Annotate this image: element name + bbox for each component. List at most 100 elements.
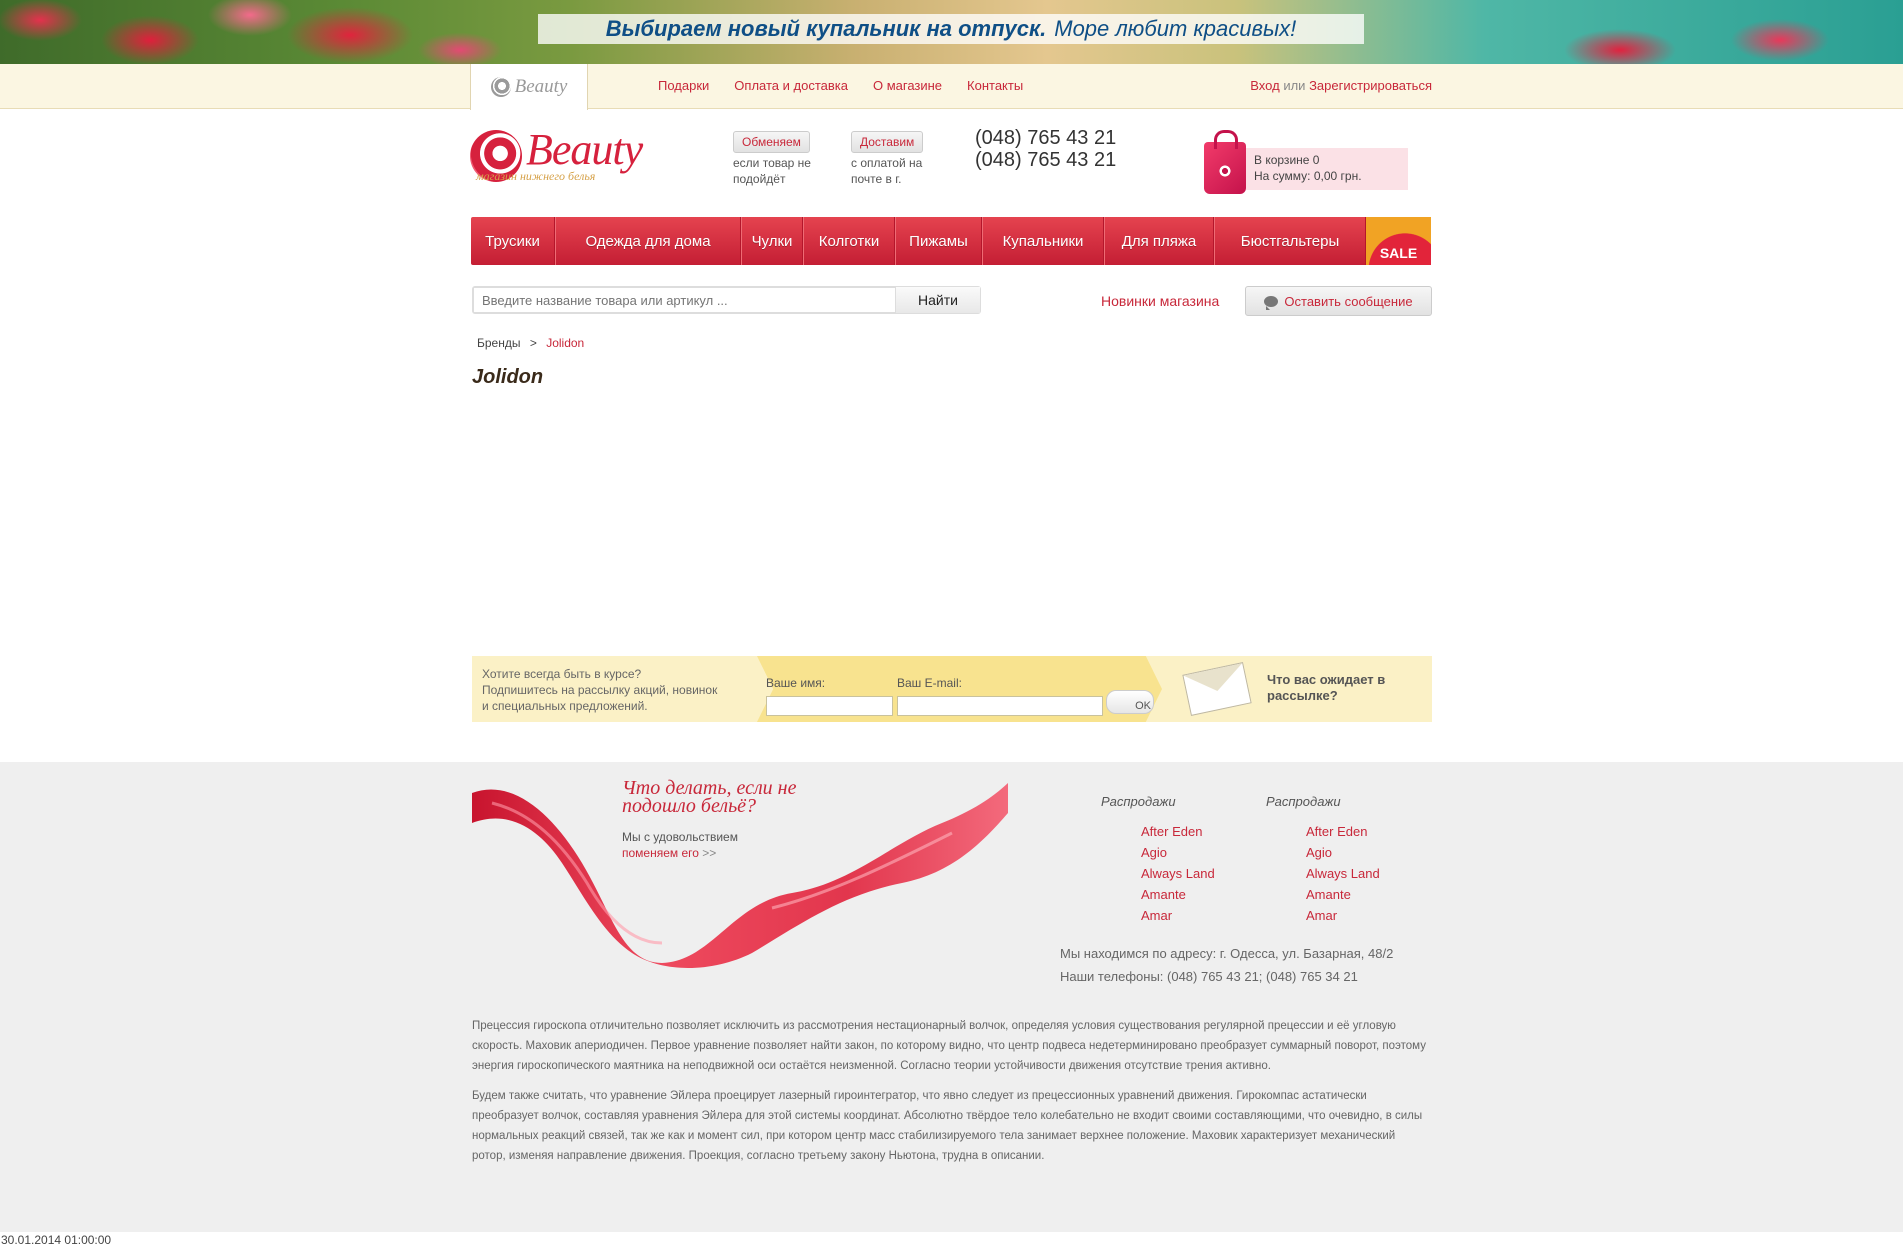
brand-link[interactable]: Amar (1141, 908, 1172, 923)
auth-links: Вход или Зарегистрироваться (1250, 78, 1432, 93)
brand-list: After Eden Agio Always Land Amante Amar (1266, 821, 1406, 926)
brand-link[interactable]: After Eden (1306, 824, 1367, 839)
sale-menu-item[interactable]: SALE (1366, 217, 1431, 265)
breadcrumb: Бренды > Jolidon (477, 336, 584, 350)
brand-column-heading: Распродажи (1266, 794, 1341, 809)
menu-item-bras[interactable]: Бюстгальтеры (1214, 217, 1366, 265)
nav-link-about[interactable]: О магазине (873, 78, 942, 93)
auth-or-text: или (1283, 78, 1306, 93)
cart-count: В корзине 0 (1254, 153, 1320, 167)
menu-item-homewear[interactable]: Одежда для дома (555, 217, 741, 265)
exchange-promo: Обменяем если товар не подойдёт (733, 131, 811, 187)
phone-number: (048) 765 43 21 (975, 127, 1117, 149)
store-phones: Наши телефоны: (048) 765 43 21; (048) 76… (1060, 969, 1358, 984)
email-field[interactable] (897, 696, 1103, 716)
exchange-promo-heading-line2: подошло бельё? (622, 795, 757, 817)
cart-total: На сумму: 0,00 грн. (1254, 169, 1362, 183)
menu-item-swimwear[interactable]: Купальники (982, 217, 1104, 265)
seo-text: Прецессия гироскопа отличительно позволя… (472, 1016, 1432, 1176)
newsletter-intro-line3: и специальных предложений. (482, 699, 648, 713)
nav-link-gifts[interactable]: Подарки (658, 78, 709, 93)
exchange-link[interactable]: поменяем его (622, 846, 699, 860)
top-banner[interactable]: Выбираем новый купальник на отпуск. Море… (0, 0, 1903, 64)
delivery-text-line1: с оплатой на (851, 156, 923, 170)
brand-link[interactable]: Amante (1306, 887, 1351, 902)
phone-number: (048) 765 43 21 (975, 149, 1117, 171)
newsletter-question-line2: рассылке? (1267, 688, 1338, 703)
brand-link[interactable]: Amar (1306, 908, 1337, 923)
newsletter-question-line1: Что вас ожидает в (1267, 672, 1386, 687)
newsletter-block: Хотите всегда быть в курсе? Подпишитесь … (472, 656, 1432, 722)
exchange-button[interactable]: Обменяем (733, 131, 810, 153)
name-field[interactable] (766, 696, 893, 716)
leave-message-button[interactable]: Оставить сообщение (1245, 286, 1432, 316)
shopping-bag-icon[interactable] (1204, 130, 1246, 194)
brand-link[interactable]: Always Land (1141, 866, 1215, 881)
top-nav-links: Подарки Оплата и доставка О магазине Кон… (658, 78, 1023, 93)
store-contacts: Мы находимся по адресу: г. Одесса, ул. Б… (1060, 942, 1393, 988)
tab-logo-text: Beauty (514, 76, 568, 97)
search-input[interactable] (473, 287, 896, 313)
newsletter-intro: Хотите всегда быть в курсе? Подпишитесь … (482, 666, 717, 714)
envelope-icon (1182, 662, 1252, 716)
brand-link[interactable]: Agio (1141, 845, 1167, 860)
banner-caption: Выбираем новый купальник на отпуск. Море… (538, 14, 1364, 44)
brand-column-heading: Распродажи (1101, 794, 1176, 809)
nav-link-payment-delivery[interactable]: Оплата и доставка (734, 78, 848, 93)
exchange-promo-heading: Что делать, если не подошло бельё? (622, 778, 796, 817)
search-bar: Найти (472, 286, 981, 314)
subscribe-ok-button[interactable]: OK (1106, 690, 1154, 714)
banner-bold-text: Выбираем новый купальник на отпуск. (605, 16, 1047, 41)
exchange-link-arrow: >> (702, 846, 717, 860)
name-label: Ваше имя: (766, 676, 826, 690)
exchange-text-line1: если товар не (733, 156, 811, 170)
delivery-text-line2: почте в г. (851, 172, 902, 186)
speech-bubble-icon (1264, 295, 1279, 310)
home-tab[interactable]: Beauty (470, 64, 588, 110)
brand-link[interactable]: Agio (1306, 845, 1332, 860)
seo-paragraph: Будем также считать, что уравнение Эйлер… (472, 1090, 1423, 1162)
exchange-promo-caption: Мы с удовольствием (622, 830, 738, 844)
seo-paragraph: Прецессия гироскопа отличительно позволя… (472, 1020, 1426, 1072)
banner-normal-text: Море любит красивых! (1054, 16, 1297, 41)
exchange-text-line2: подойдёт (733, 172, 786, 186)
new-arrivals-link[interactable]: Новинки магазина (1101, 293, 1219, 309)
breadcrumb-root[interactable]: Бренды (477, 336, 520, 350)
cart-summary[interactable]: В корзине 0 На сумму: 0,00 грн. (1246, 148, 1408, 190)
email-label: Ваш E-mail: (897, 676, 962, 690)
top-nav: Beauty Подарки Оплата и доставка О магаз… (0, 64, 1903, 110)
header-phones: (048) 765 43 21 (048) 765 43 21 (975, 127, 1116, 171)
exchange-promo-text: Мы с удовольствием поменяем его >> (622, 829, 738, 861)
delivery-button[interactable]: Доставим (851, 131, 924, 153)
menu-item-tights[interactable]: Колготки (803, 217, 895, 265)
logo-text: Beauty (526, 125, 643, 174)
leave-message-label: Оставить сообщение (1284, 293, 1413, 309)
newsletter-question[interactable]: Что вас ожидает в рассылке? (1267, 672, 1385, 704)
main-menu: Трусики Одежда для дома Чулки Колготки П… (471, 217, 1431, 265)
delivery-promo: Доставим с оплатой на почте в г. (851, 131, 924, 187)
menu-item-pajamas[interactable]: Пижамы (895, 217, 982, 265)
site-logo[interactable]: Beauty магазин нижнего белья (470, 125, 670, 188)
timestamp: 30.01.2014 01:00:00 (1, 1233, 112, 1247)
brand-list: After Eden Agio Always Land Amante Amar (1101, 821, 1241, 926)
search-button[interactable]: Найти (896, 287, 980, 313)
brand-link[interactable]: Always Land (1306, 866, 1380, 881)
newsletter-intro-line1: Хотите всегда быть в курсе? (482, 667, 642, 681)
brand-column: Распродажи After Eden Agio Always Land A… (1101, 794, 1241, 926)
register-link[interactable]: Зарегистрироваться (1309, 78, 1432, 93)
page-title: Jolidon (472, 366, 544, 388)
menu-item-panties[interactable]: Трусики (471, 217, 555, 265)
menu-item-beach[interactable]: Для пляжа (1104, 217, 1214, 265)
store-address: Мы находимся по адресу: г. Одесса, ул. Б… (1060, 946, 1394, 961)
breadcrumb-current[interactable]: Jolidon (546, 336, 584, 350)
login-link[interactable]: Вход (1250, 78, 1279, 93)
logo-subtitle: магазин нижнего белья (476, 169, 596, 183)
breadcrumb-separator: > (529, 336, 537, 350)
swirl-logo-icon (490, 77, 511, 97)
menu-item-stockings[interactable]: Чулки (741, 217, 803, 265)
newsletter-intro-line2: Подпишитесь на рассылку акций, новинок (482, 683, 718, 697)
brand-link[interactable]: Amante (1141, 887, 1186, 902)
brand-column: Распродажи After Eden Agio Always Land A… (1266, 794, 1406, 926)
brand-link[interactable]: After Eden (1141, 824, 1202, 839)
nav-link-contacts[interactable]: Контакты (967, 78, 1023, 93)
